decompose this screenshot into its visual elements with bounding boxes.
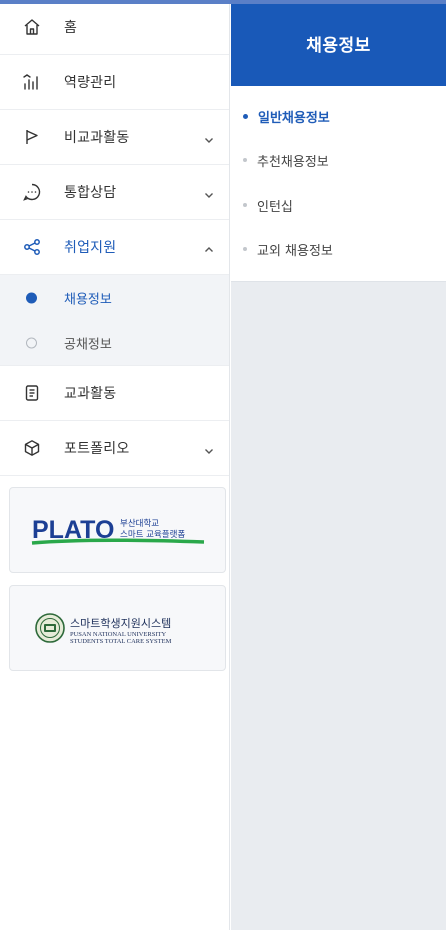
- sidebar-item-label: 포트폴리오: [64, 441, 130, 457]
- selected-dot-icon: [26, 292, 37, 303]
- top-accent-line: [0, 0, 446, 4]
- sidebar-item-label: 비교과활동: [64, 130, 130, 146]
- plato-banner-link[interactable]: PLATO 부산대학교 스마트 교육플랫폼: [9, 487, 226, 573]
- sidebar-item-label: 교과활동: [64, 386, 117, 402]
- bullet-icon: [243, 247, 247, 251]
- smart-support-sub2: STUDENTS TOTAL CARE SYSTEM: [70, 638, 172, 645]
- panel-menu: 일반채용정보 추천채용정보 인턴십 교외 채용정보: [231, 86, 446, 282]
- chat-bubble-icon: [22, 182, 42, 202]
- panel-item-general-jobs[interactable]: 일반채용정보: [243, 106, 330, 126]
- bullet-icon: [243, 113, 248, 119]
- sidebar-item-counseling[interactable]: 통합상담: [0, 165, 229, 220]
- smart-support-banner-link[interactable]: 스마트학생지원시스템 PUSAN NATIONAL UNIVERSITY STU…: [9, 585, 226, 671]
- panel-header: 채용정보: [231, 0, 446, 86]
- chevron-down-icon[interactable]: [203, 131, 215, 143]
- plato-caption-line1: 부산대학교: [120, 518, 159, 529]
- flag-icon: [22, 127, 42, 147]
- sidebar-item-label: 홈: [64, 20, 78, 36]
- sidebar-item-extracurricular[interactable]: 비교과활동: [0, 110, 229, 165]
- share-nodes-icon: [22, 237, 42, 257]
- panel-item-label: 교외 채용정보: [257, 243, 333, 259]
- panel-item-label: 일반채용정보: [258, 110, 330, 126]
- home-icon: [22, 17, 42, 37]
- panel-item-internship[interactable]: 인턴십: [243, 195, 293, 215]
- submenu-panel: 채용정보 일반채용정보 추천채용정보 인턴십 교외 채용정보: [231, 0, 446, 930]
- panel-item-recommended-jobs[interactable]: 추천채용정보: [243, 150, 329, 170]
- sidebar-item-label: 통합상담: [64, 185, 117, 201]
- pusan-university-logo: 스마트학생지원시스템 PUSAN NATIONAL UNIVERSITY STU…: [34, 613, 172, 645]
- sidebar-item-employment[interactable]: 취업지원: [0, 220, 229, 275]
- submenu-item-label: 공채정보: [64, 337, 112, 352]
- smart-support-title: 스마트학생지원시스템: [70, 617, 171, 630]
- sidebar-item-competency[interactable]: 역량관리: [0, 55, 229, 110]
- chart-bars-icon: [22, 72, 42, 92]
- chevron-up-icon[interactable]: [203, 241, 215, 253]
- sidebar-item-label: 역량관리: [64, 75, 117, 91]
- employment-submenu: 채용정보 공채정보: [0, 275, 229, 366]
- document-icon: [22, 383, 42, 403]
- sidebar-item-curricular[interactable]: 교과활동: [0, 366, 229, 421]
- bullet-icon: [243, 158, 247, 162]
- submenu-item-label: 채용정보: [64, 292, 112, 307]
- chevron-down-icon[interactable]: [203, 442, 215, 454]
- panel-item-label: 추천채용정보: [257, 154, 329, 170]
- chevron-down-icon[interactable]: [203, 186, 215, 198]
- plato-caption-line2: 스마트 교육플랫폼: [120, 529, 185, 540]
- panel-item-external-jobs[interactable]: 교외 채용정보: [243, 239, 333, 259]
- sidebar: 홈 역량관리 비교과활동 통합상담 취업지원 채용정보 공채정보 교과활동 포트…: [0, 0, 230, 930]
- plato-logo: PLATO 부산대학교 스마트 교육플랫폼: [31, 516, 204, 545]
- panel-title: 채용정보: [306, 35, 371, 56]
- cube-icon: [22, 438, 42, 458]
- submenu-item-job-info[interactable]: 채용정보: [0, 275, 229, 320]
- sidebar-item-home[interactable]: 홈: [0, 0, 229, 55]
- smart-support-sub1: PUSAN NATIONAL UNIVERSITY: [70, 631, 166, 638]
- panel-item-label: 인턴십: [257, 199, 293, 215]
- sidebar-item-label: 취업지원: [64, 240, 117, 256]
- bullet-icon: [243, 203, 247, 207]
- unselected-dot-icon: [26, 337, 37, 348]
- sidebar-item-portfolio[interactable]: 포트폴리오: [0, 421, 229, 476]
- submenu-item-public-recruitment[interactable]: 공채정보: [0, 320, 229, 365]
